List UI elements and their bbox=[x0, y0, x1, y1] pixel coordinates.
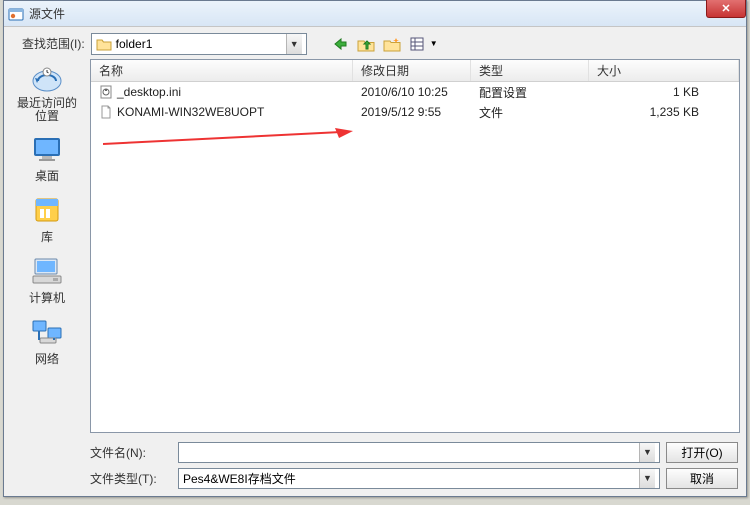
network-icon bbox=[29, 316, 65, 348]
place-label: 库 bbox=[12, 228, 82, 245]
col-date[interactable]: 修改日期 bbox=[353, 60, 471, 81]
bottom-panel: 文件名(N): ▼ 打开(O) 文件类型(T): Pes4&WE8I存档文件 ▼… bbox=[4, 435, 746, 491]
view-menu-button[interactable]: ▼ bbox=[407, 33, 441, 55]
col-type[interactable]: 类型 bbox=[471, 60, 589, 81]
dialog-title: 源文件 bbox=[29, 5, 65, 22]
titlebar: 源文件 ✕ bbox=[4, 1, 746, 27]
place-label: 网络 bbox=[12, 350, 82, 367]
filename-label: 文件名(N): bbox=[90, 444, 172, 461]
lookup-label: 查找范围(I): bbox=[22, 35, 85, 52]
folder-icon bbox=[96, 37, 112, 51]
filename-dropdown[interactable]: ▼ bbox=[639, 443, 655, 462]
main-area: 最近访问的位置 桌面 库 计算机 bbox=[4, 57, 746, 435]
place-label: 桌面 bbox=[12, 167, 82, 184]
generic-file-icon bbox=[99, 105, 113, 119]
file-rows: _desktop.ini 2010/6/10 10:25 配置设置 1 KB K… bbox=[91, 82, 739, 432]
place-desktop[interactable]: 桌面 bbox=[12, 133, 82, 190]
desktop-icon bbox=[29, 133, 65, 165]
places-bar: 最近访问的位置 桌面 库 计算机 bbox=[4, 57, 90, 435]
filetype-combo[interactable]: Pes4&WE8I存档文件 ▼ bbox=[178, 468, 660, 489]
column-header: 名称 修改日期 类型 大小 bbox=[91, 60, 739, 82]
chevron-down-icon: ▼ bbox=[430, 39, 438, 48]
new-folder-button[interactable] bbox=[381, 33, 403, 55]
file-name: _desktop.ini bbox=[117, 85, 181, 99]
col-size[interactable]: 大小 bbox=[589, 60, 739, 81]
lookup-combo[interactable]: folder1 ▼ bbox=[91, 33, 307, 55]
close-icon: ✕ bbox=[721, 2, 730, 15]
file-name: KONAMI-WIN32WE8UOPT bbox=[117, 105, 264, 119]
lookup-row: 查找范围(I): folder1 ▼ ▼ bbox=[4, 27, 746, 57]
place-recent[interactable]: 最近访问的位置 bbox=[12, 63, 82, 129]
place-label: 计算机 bbox=[12, 289, 82, 306]
file-size: 1 KB bbox=[673, 85, 699, 99]
lookup-dropdown[interactable]: ▼ bbox=[286, 34, 302, 54]
up-one-level-button[interactable] bbox=[355, 33, 377, 55]
place-network[interactable]: 网络 bbox=[12, 316, 82, 373]
file-size: 1,235 KB bbox=[650, 105, 699, 119]
col-name[interactable]: 名称 bbox=[91, 60, 353, 81]
ini-file-icon bbox=[99, 85, 113, 99]
annotation-arrow bbox=[103, 128, 353, 148]
file-row[interactable]: KONAMI-WIN32WE8UOPT 2019/5/12 9:55 文件 1,… bbox=[91, 102, 739, 122]
filetype-dropdown[interactable]: ▼ bbox=[639, 469, 655, 488]
place-computer[interactable]: 计算机 bbox=[12, 255, 82, 312]
cancel-button[interactable]: 取消 bbox=[666, 468, 738, 489]
place-libraries[interactable]: 库 bbox=[12, 194, 82, 251]
file-date: 2019/5/12 9:55 bbox=[361, 105, 441, 119]
recent-icon bbox=[29, 63, 65, 95]
computer-icon bbox=[29, 255, 65, 287]
file-type: 配置设置 bbox=[479, 84, 527, 101]
close-button[interactable]: ✕ bbox=[706, 0, 746, 18]
back-button[interactable] bbox=[329, 33, 351, 55]
file-type: 文件 bbox=[479, 104, 503, 121]
lookup-folder: folder1 bbox=[116, 37, 153, 51]
file-list: 名称 修改日期 类型 大小 _desktop.ini 2010/6/10 10:… bbox=[90, 59, 740, 433]
app-icon bbox=[8, 6, 24, 22]
filename-combo[interactable]: ▼ bbox=[178, 442, 660, 463]
file-row[interactable]: _desktop.ini 2010/6/10 10:25 配置设置 1 KB bbox=[91, 82, 739, 102]
file-dialog: 源文件 ✕ 查找范围(I): folder1 ▼ ▼ bbox=[3, 0, 747, 497]
filetype-label: 文件类型(T): bbox=[90, 470, 172, 487]
file-date: 2010/6/10 10:25 bbox=[361, 85, 448, 99]
place-label: 最近访问的位置 bbox=[12, 97, 82, 123]
open-button[interactable]: 打开(O) bbox=[666, 442, 738, 463]
libraries-icon bbox=[29, 194, 65, 226]
filetype-value: Pes4&WE8I存档文件 bbox=[183, 470, 296, 487]
